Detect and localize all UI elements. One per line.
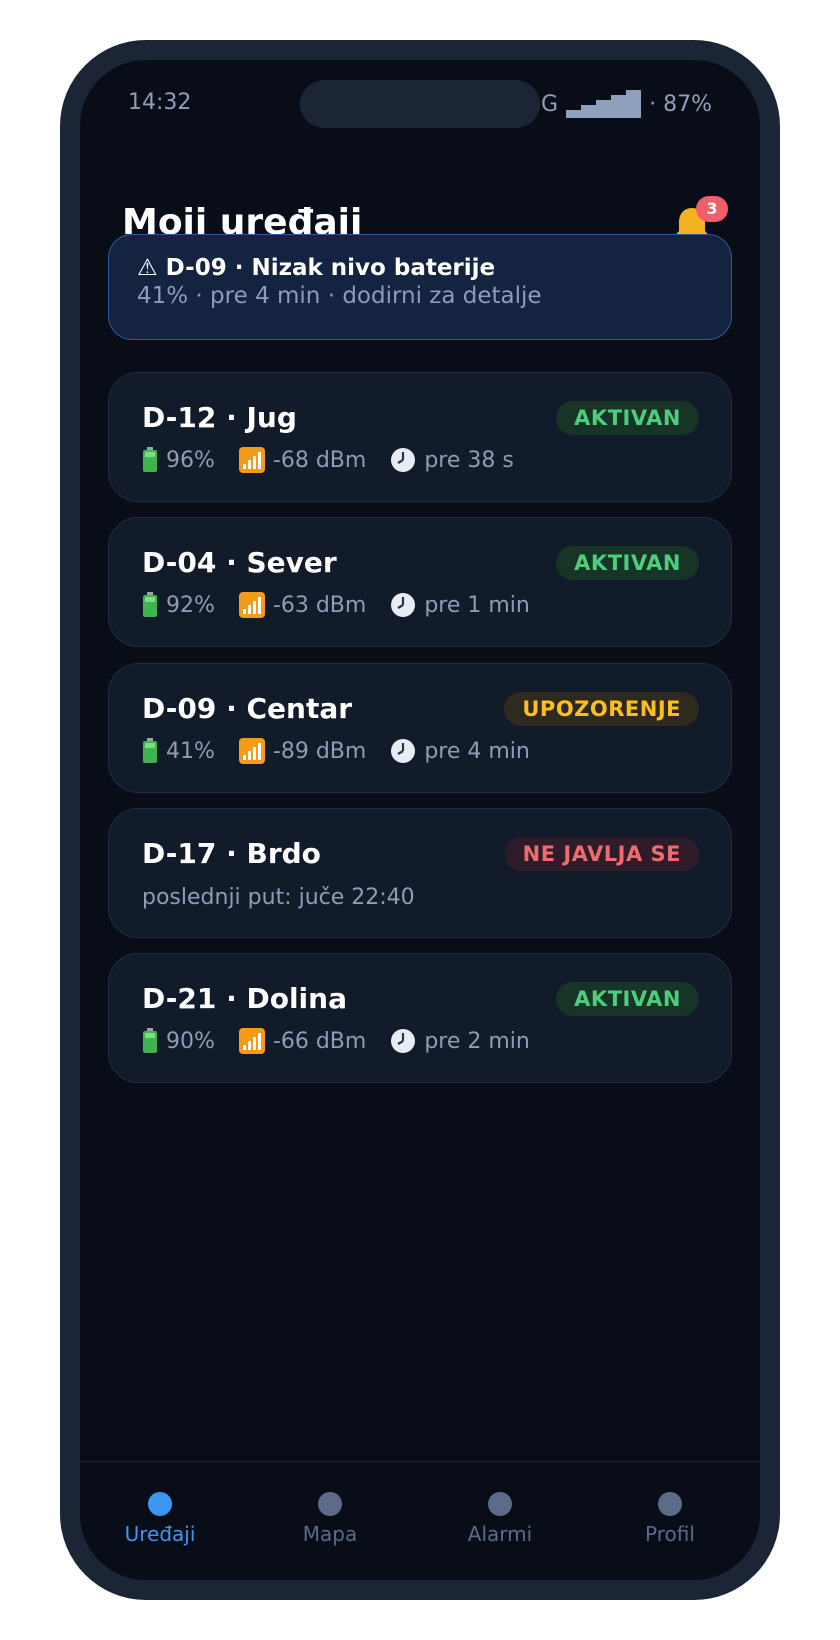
alert-title: ⚠ D-09 · Nizak nivo baterije: [137, 255, 496, 281]
nav-label: Alarmi: [467, 1522, 533, 1546]
last-seen: pre 4 min: [424, 738, 530, 764]
signal-icon: [238, 1028, 265, 1054]
clock-icon: [391, 448, 416, 472]
nav-item-alarms[interactable]: Alarmi: [430, 1492, 570, 1546]
nav-item-devices[interactable]: Uređaji: [90, 1492, 230, 1546]
battery-icon: [143, 1028, 157, 1053]
battery-value: 96%: [166, 447, 215, 473]
device-card[interactable]: D-09 · Centar UPOZORENJE 41% -89 dBm pre…: [108, 663, 732, 793]
signal-icon: [238, 447, 265, 473]
last-seen: pre 2 min: [424, 1028, 530, 1054]
status-time: 14:32: [128, 90, 192, 115]
clock-icon: [391, 739, 416, 763]
status-badge: AKTIVAN: [556, 982, 699, 1016]
nav-label: Profil: [645, 1522, 695, 1546]
status-badge: AKTIVAN: [556, 546, 699, 580]
signal-value: -63 dBm: [272, 592, 367, 618]
battery-level: · 87%: [649, 91, 712, 117]
signal-value: -66 dBm: [272, 1028, 367, 1054]
last-seen-note: poslednji put: juče 22:40: [142, 885, 415, 910]
last-seen: pre 1 min: [424, 592, 530, 618]
nav-item-profile[interactable]: Profil: [600, 1492, 740, 1546]
nav-item-map[interactable]: Mapa: [260, 1492, 400, 1546]
dynamic-island: [300, 80, 540, 128]
signal-bars-icon: [566, 90, 642, 118]
device-card[interactable]: D-04 · Sever AKTIVAN 92% -63 dBm pre 1 m…: [108, 517, 732, 647]
signal-value: -89 dBm: [272, 738, 367, 764]
battery-icon: [143, 592, 157, 617]
notification-count-badge: 3: [696, 196, 728, 222]
signal-icon: [238, 738, 265, 764]
phone-screen: 14:32 G · 87% Moji uređaji 3 ⚠ D-09 · Ni…: [80, 60, 760, 1580]
alarms-icon: [488, 1492, 512, 1516]
battery-value: 41%: [166, 738, 215, 764]
battery-icon: [143, 447, 157, 472]
signal-icon: [238, 592, 265, 618]
device-metrics: 96% -68 dBm pre 38 s: [142, 447, 538, 473]
status-badge: AKTIVAN: [556, 401, 699, 435]
status-badge: UPOZORENJE: [504, 692, 699, 726]
battery-icon: [143, 738, 157, 763]
bottom-nav: Uređaji Mapa Alarmi Profil: [80, 1461, 760, 1580]
last-seen: pre 38 s: [424, 447, 514, 473]
device-name: D-09 · Centar: [142, 692, 353, 725]
device-name: D-17 · Brdo: [142, 837, 321, 870]
phone-frame: 14:32 G · 87% Moji uređaji 3 ⚠ D-09 · Ni…: [60, 40, 780, 1600]
battery-value: 90%: [166, 1028, 215, 1054]
device-card[interactable]: D-12 · Jug AKTIVAN 96% -68 dBm pre 38 s: [108, 372, 732, 502]
device-metrics: 41% -89 dBm pre 4 min: [142, 738, 554, 764]
device-name: D-21 · Dolina: [142, 982, 347, 1015]
map-icon: [318, 1492, 342, 1516]
clock-icon: [391, 1029, 416, 1053]
device-card[interactable]: D-17 · Brdo NE JAVLJA SE poslednji put: …: [108, 808, 732, 938]
profile-icon: [658, 1492, 682, 1516]
device-metrics: 90% -66 dBm pre 2 min: [142, 1028, 554, 1054]
nav-label: Mapa: [302, 1522, 358, 1546]
device-name: D-12 · Jug: [142, 401, 297, 434]
alert-subtitle: 41% · pre 4 min · dodirni za detalje: [137, 283, 542, 309]
network-type: G: [541, 91, 559, 117]
device-name: D-04 · Sever: [142, 546, 337, 579]
nav-label: Uređaji: [124, 1522, 196, 1546]
device-card[interactable]: D-21 · Dolina AKTIVAN 90% -66 dBm pre 2 …: [108, 953, 732, 1083]
status-badge: NE JAVLJA SE: [504, 837, 699, 871]
battery-value: 92%: [166, 592, 215, 618]
device-metrics: 92% -63 dBm pre 1 min: [142, 592, 554, 618]
clock-icon: [391, 593, 416, 617]
devices-icon: [148, 1492, 172, 1516]
status-bar: 14:32 G · 87%: [80, 60, 760, 146]
status-indicators: G · 87%: [541, 90, 712, 118]
signal-value: -68 dBm: [272, 447, 367, 473]
battery-alert-banner[interactable]: ⚠ D-09 · Nizak nivo baterije 41% · pre 4…: [108, 234, 732, 340]
